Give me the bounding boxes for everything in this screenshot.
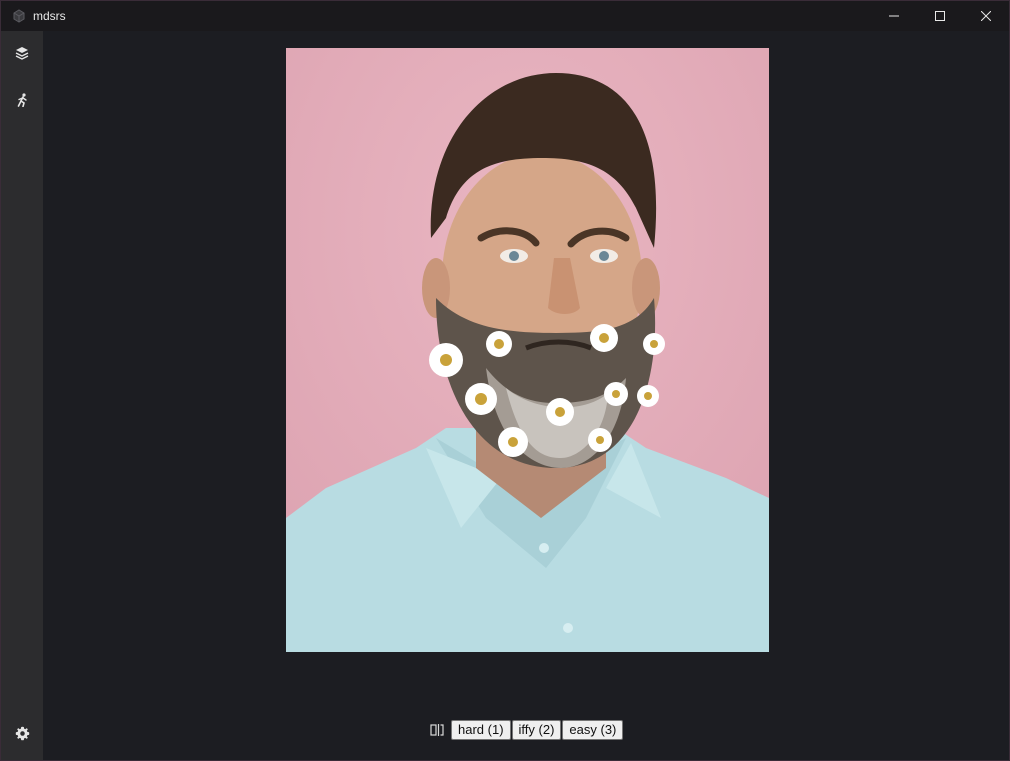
window-title: mdsrs xyxy=(33,9,66,23)
card-photo xyxy=(286,48,769,652)
sidebar-item-study[interactable] xyxy=(1,80,43,120)
minimize-button[interactable] xyxy=(871,1,917,31)
close-button[interactable] xyxy=(963,1,1009,31)
iffy-button[interactable]: iffy (2) xyxy=(511,720,562,740)
minimize-icon xyxy=(889,15,899,17)
maximize-button[interactable] xyxy=(917,1,963,31)
app-window: mdsrs hard (1) iffy (2) easy (3) xyxy=(0,0,1010,761)
split-view-icon[interactable] xyxy=(429,722,445,738)
gear-icon xyxy=(15,726,29,740)
sidebar-item-decks[interactable] xyxy=(1,33,43,73)
settings-button[interactable] xyxy=(1,713,43,753)
hard-button[interactable]: hard (1) xyxy=(451,720,511,740)
layers-icon xyxy=(15,47,29,60)
maximize-icon xyxy=(935,11,945,21)
title-bar: mdsrs xyxy=(1,1,1009,31)
review-controls: hard (1) iffy (2) easy (3) xyxy=(429,720,624,740)
close-icon xyxy=(981,11,991,21)
running-person-icon xyxy=(17,93,27,107)
app-logo-icon xyxy=(11,8,27,24)
card-viewer: hard (1) iffy (2) easy (3) xyxy=(43,31,1009,760)
easy-button[interactable]: easy (3) xyxy=(562,720,624,740)
sidebar xyxy=(1,31,43,760)
window-controls xyxy=(871,1,1009,31)
